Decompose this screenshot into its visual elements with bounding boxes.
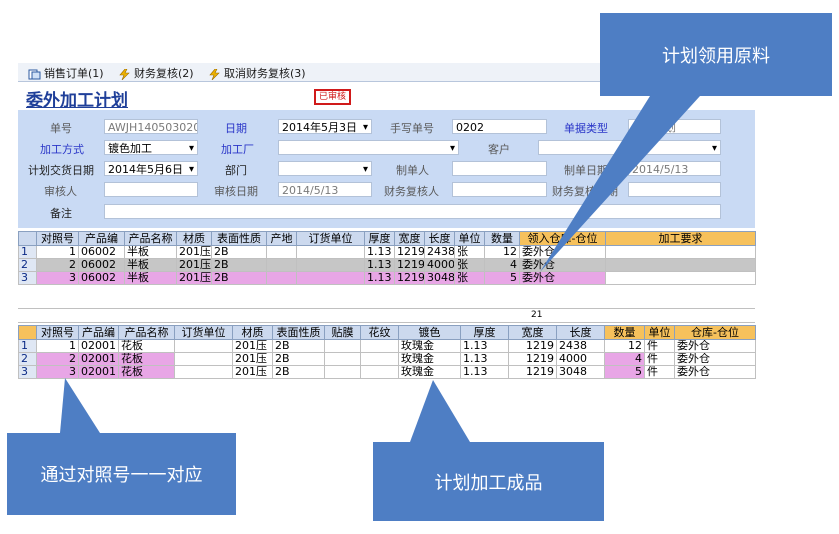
- callout-finished-product: 计划加工成品: [373, 442, 604, 521]
- callout-ref-match: 通过对照号一一对应: [7, 433, 236, 515]
- callout-pointer-finished: [410, 380, 470, 442]
- callout-pointer-raw: [540, 96, 700, 272]
- callout-raw-material: 计划领用原料: [600, 13, 832, 96]
- callout-pointer-match: [60, 378, 100, 433]
